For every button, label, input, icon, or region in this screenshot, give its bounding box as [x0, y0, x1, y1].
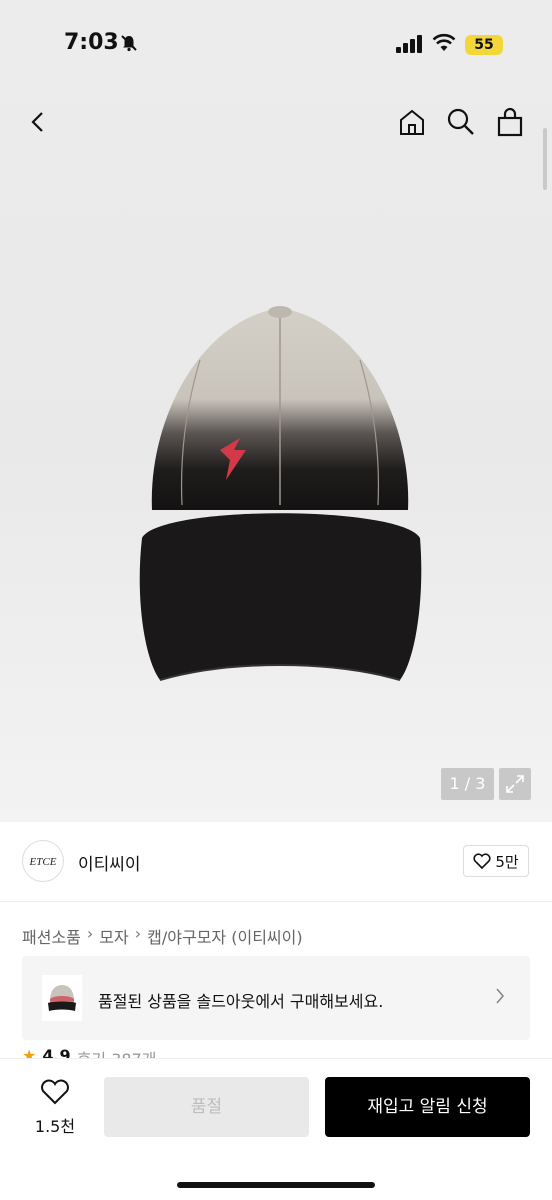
brand-name[interactable]: 이티씨이 — [78, 850, 141, 875]
home-icon — [400, 109, 424, 135]
product-image[interactable] — [130, 300, 430, 690]
status-bar: 7:03 55 — [0, 0, 552, 90]
soldout-button[interactable]: 품절 — [104, 1077, 309, 1137]
brand-like-button[interactable]: 5만 — [463, 845, 529, 877]
chevron-left-icon — [31, 112, 43, 132]
shopping-bag-icon — [497, 107, 523, 137]
silent-bell-icon — [120, 34, 138, 56]
image-counter: 1 / 3 — [441, 768, 494, 800]
banner-product-thumbnail — [42, 975, 82, 1021]
home-indicator — [177, 1182, 375, 1188]
wishlist-count: 1.5천 — [34, 1117, 76, 1136]
brand-logo: ETCE — [22, 840, 64, 882]
wishlist-button[interactable]: 1.5천 — [30, 1079, 80, 1137]
back-button[interactable] — [18, 102, 58, 142]
cart-button[interactable] — [490, 102, 530, 142]
banner-text: 품절된 상품을 솔드아웃에서 구매해보세요. — [98, 992, 384, 1011]
brand-row[interactable]: ETCE 이티씨이 5만 — [0, 822, 552, 902]
wifi-icon — [432, 33, 456, 57]
breadcrumb-item[interactable]: 모자 — [99, 924, 128, 948]
search-icon — [447, 108, 474, 135]
brand-like-count: 5만 — [495, 852, 519, 871]
breadcrumb: 패션소품 › 모자 › 캡/야구모자 (이티씨이) — [22, 924, 303, 948]
status-time: 7:03 — [64, 30, 119, 55]
chevron-right-icon: › — [134, 924, 142, 943]
bottom-action-bar: 1.5천 품절 재입고 알림 신청 — [0, 1058, 552, 1200]
expand-icon — [506, 775, 524, 793]
breadcrumb-item[interactable]: 캡/야구모자 (이티씨이) — [147, 924, 302, 948]
battery-indicator: 55 — [465, 35, 503, 55]
product-hero: 7:03 55 1 / 3 — [0, 0, 552, 822]
heart-icon — [41, 1079, 69, 1105]
expand-image-button[interactable] — [499, 768, 531, 800]
scroll-indicator — [543, 128, 547, 190]
heart-icon — [473, 853, 491, 869]
soldout-market-banner[interactable]: 품절된 상품을 솔드아웃에서 구매해보세요. — [22, 956, 530, 1040]
cellular-signal-icon — [396, 35, 424, 57]
chevron-right-icon — [494, 986, 506, 1010]
chevron-right-icon: › — [86, 924, 94, 943]
search-button[interactable] — [441, 102, 481, 142]
breadcrumb-item[interactable]: 패션소품 — [22, 924, 81, 948]
restock-alert-button[interactable]: 재입고 알림 신청 — [325, 1077, 530, 1137]
home-button[interactable] — [392, 102, 432, 142]
